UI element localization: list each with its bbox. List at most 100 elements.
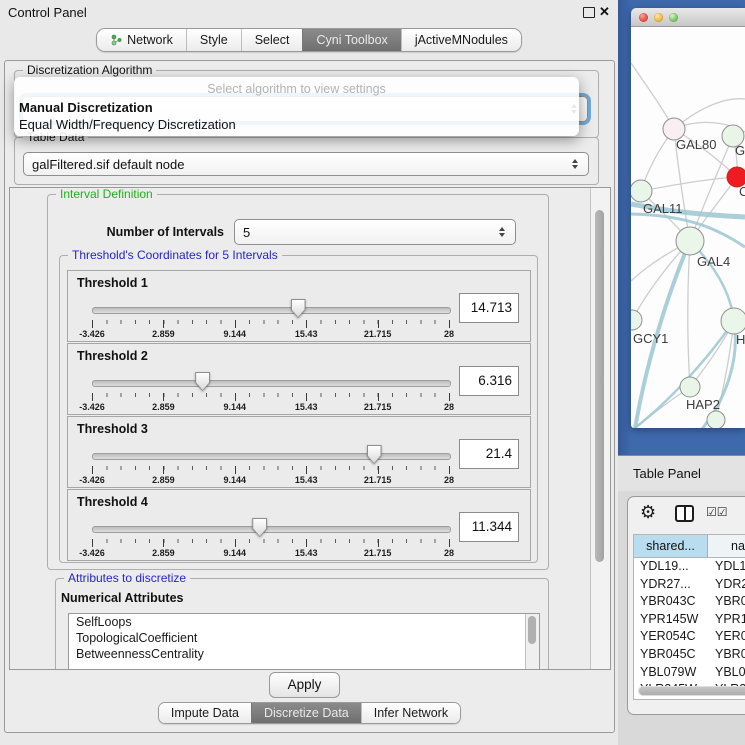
close-icon[interactable]: ✕ bbox=[599, 4, 610, 20]
table-row[interactable]: YDR27...YDR2 bbox=[634, 576, 745, 594]
checkbox-filter-icons[interactable]: ☑☑ bbox=[706, 505, 728, 519]
major-tick bbox=[92, 320, 93, 328]
slider-ticks bbox=[92, 539, 450, 543]
vertical-scrollbar[interactable] bbox=[590, 188, 610, 669]
settings-scroll-area: Interval Definition Number of Intervals … bbox=[9, 187, 611, 670]
list-item[interactable]: SelfLoops bbox=[69, 614, 539, 630]
network-node-label: GAL11 bbox=[643, 201, 683, 216]
cell-name: YBL0 bbox=[708, 664, 745, 682]
network-view-window[interactable]: GAL80GACGAL11GAL4GCY1HHAP2 bbox=[631, 8, 745, 428]
threshold-value-field[interactable]: 21.4 bbox=[459, 439, 519, 469]
tab-network[interactable]: Network bbox=[97, 29, 186, 51]
major-tick bbox=[378, 466, 379, 474]
numerical-attributes-list: SelfLoops TopologicalCoefficient Between… bbox=[68, 613, 540, 670]
major-tick bbox=[449, 393, 450, 401]
dropdown-item-equal-width-frequency[interactable]: Equal Width/Frequency Discretization bbox=[14, 116, 579, 133]
tab-label: Discretize Data bbox=[264, 706, 349, 720]
threshold-value-field[interactable]: 11.344 bbox=[459, 512, 519, 542]
column-header-shared-name[interactable]: shared... bbox=[634, 535, 708, 557]
table-data-combobox[interactable]: galFiltered.sif default node bbox=[23, 152, 589, 176]
tick-label: 21.715 bbox=[364, 402, 392, 412]
list-scrollbar[interactable] bbox=[525, 614, 539, 670]
network-node[interactable] bbox=[721, 308, 745, 334]
network-canvas[interactable]: GAL80GACGAL11GAL4GCY1HHAP2 bbox=[631, 27, 745, 428]
slider-track[interactable] bbox=[92, 307, 451, 314]
network-node[interactable] bbox=[631, 310, 642, 330]
numerical-attributes-label: Numerical Attributes bbox=[61, 591, 183, 605]
threshold-label: Threshold 3 bbox=[77, 422, 148, 436]
horizontal-scrollbar[interactable] bbox=[638, 686, 745, 696]
desktop-background: GAL80GACGAL11GAL4GCY1HHAP2 bbox=[618, 0, 745, 455]
slider-thumb[interactable] bbox=[252, 518, 267, 537]
list-item[interactable]: BetweennessCentrality bbox=[69, 646, 539, 662]
group-title: Interval Definition bbox=[56, 187, 157, 201]
slider-track[interactable] bbox=[92, 526, 451, 533]
major-tick bbox=[235, 393, 236, 401]
column-header-name[interactable]: na bbox=[708, 535, 745, 557]
tick-label: 9.144 bbox=[224, 475, 247, 485]
major-tick bbox=[235, 466, 236, 474]
combo-value: galFiltered.sif default node bbox=[32, 157, 184, 172]
tab-jactivemnodules[interactable]: jActiveMNodules bbox=[401, 29, 521, 51]
control-panel: Control Panel ✕ Network Style Select Cyn… bbox=[0, 0, 618, 745]
major-tick bbox=[163, 466, 164, 474]
threshold-value-field[interactable]: 14.713 bbox=[459, 293, 519, 323]
zoom-traffic-light-icon[interactable] bbox=[669, 13, 678, 22]
network-node[interactable] bbox=[676, 227, 704, 255]
table-row[interactable]: YIL052CYIL0 bbox=[634, 699, 745, 700]
number-of-intervals-combobox[interactable]: 5 bbox=[234, 219, 516, 245]
thresholds-group: Threshold's Coordinates for 5 Intervals … bbox=[59, 255, 538, 563]
slider-track[interactable] bbox=[92, 453, 451, 460]
tab-infer-network[interactable]: Infer Network bbox=[361, 703, 460, 723]
close-traffic-light-icon[interactable] bbox=[639, 13, 648, 22]
cell-name: YBR0 bbox=[708, 646, 745, 664]
bottom-tab-bar: Impute Data Discretize Data Infer Networ… bbox=[5, 702, 614, 724]
slider-thumb[interactable] bbox=[367, 445, 382, 464]
tab-cyni-toolbox[interactable]: Cyni Toolbox bbox=[302, 29, 400, 51]
cyni-toolbox-panel: Discretization Algorithm Select algorith… bbox=[4, 60, 615, 733]
float-window-icon[interactable] bbox=[583, 7, 595, 18]
table-row[interactable]: YDL19...YDL1 bbox=[634, 558, 745, 576]
slider-track[interactable] bbox=[92, 380, 451, 387]
tick-label: -3.426 bbox=[79, 329, 105, 339]
table-row[interactable]: YBR043CYBR0 bbox=[634, 593, 745, 611]
tab-select[interactable]: Select bbox=[241, 29, 303, 51]
network-node-label: C bbox=[739, 184, 745, 199]
cell-name: YDL1 bbox=[708, 558, 745, 576]
tab-label: Select bbox=[255, 33, 290, 47]
network-node[interactable] bbox=[631, 180, 652, 202]
dropdown-placeholder-item[interactable]: Select algorithm to view settings bbox=[14, 82, 579, 99]
tick-label: 2.859 bbox=[152, 329, 175, 339]
split-columns-icon[interactable] bbox=[675, 505, 694, 522]
network-node[interactable] bbox=[707, 411, 725, 428]
threshold-value-field[interactable]: 6.316 bbox=[459, 366, 519, 396]
slider-thumb[interactable] bbox=[291, 299, 306, 318]
list-item[interactable]: TopologicalCoefficient bbox=[69, 630, 539, 646]
major-tick bbox=[378, 320, 379, 328]
major-tick bbox=[163, 393, 164, 401]
slider-thumb[interactable] bbox=[195, 372, 210, 391]
dropdown-item-manual-discretization[interactable]: Manual Discretization bbox=[14, 99, 579, 116]
tab-impute-data[interactable]: Impute Data bbox=[159, 703, 251, 723]
minimize-traffic-light-icon[interactable] bbox=[654, 13, 663, 22]
table-rows: YDL19...YDL1YDR27...YDR2YBR043CYBR0YPR14… bbox=[634, 558, 745, 700]
tick-label: 9.144 bbox=[224, 402, 247, 412]
slider-ticks bbox=[92, 320, 450, 324]
network-node[interactable] bbox=[680, 377, 700, 397]
scrollbar-thumb[interactable] bbox=[639, 687, 745, 695]
table-row[interactable]: YER054CYER0 bbox=[634, 628, 745, 646]
table-row[interactable]: YBL079WYBL0 bbox=[634, 664, 745, 682]
group-title: Threshold's Coordinates for 5 Intervals bbox=[68, 248, 282, 262]
scrollbar-thumb[interactable] bbox=[595, 210, 604, 562]
apply-button[interactable]: Apply bbox=[269, 672, 340, 698]
gear-icon[interactable]: ⚙ bbox=[640, 503, 656, 521]
tab-style[interactable]: Style bbox=[186, 29, 241, 51]
tab-discretize-data[interactable]: Discretize Data bbox=[251, 703, 361, 723]
table-row[interactable]: YBR045CYBR0 bbox=[634, 646, 745, 664]
table-row[interactable]: YPR145WYPR1 bbox=[634, 611, 745, 629]
combo-arrows-icon bbox=[572, 159, 579, 169]
cell-shared-name: YDL19... bbox=[634, 558, 708, 576]
network-window-titlebar[interactable] bbox=[631, 8, 745, 27]
network-node-label: GCY1 bbox=[633, 331, 668, 346]
tick-label: 21.715 bbox=[364, 329, 392, 339]
